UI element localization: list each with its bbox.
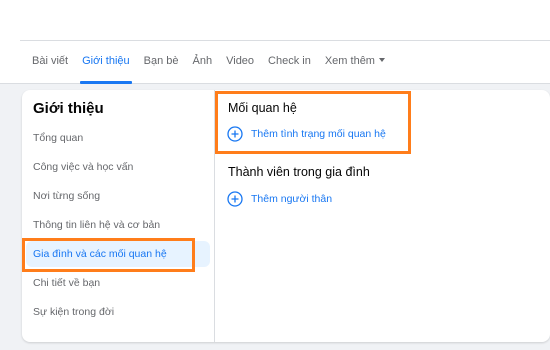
sidebar-item-places-lived[interactable]: Nơi từng sống <box>26 183 210 209</box>
add-relationship-status-label: Thêm tình trạng mối quan hệ <box>251 128 386 140</box>
plus-circle-icon <box>227 191 243 207</box>
add-family-member-label: Thêm người thân <box>251 193 333 205</box>
family-members-heading: Thành viên trong gia đình <box>228 165 370 179</box>
add-family-member-link[interactable]: Thêm người thân <box>227 191 332 207</box>
sidebar-item-overview[interactable]: Tổng quan <box>26 125 210 151</box>
about-sidebar: Giới thiệu Tổng quan Công việc và học vấ… <box>22 90 215 342</box>
chevron-down-icon <box>378 58 385 63</box>
plus-circle-icon <box>227 126 243 142</box>
tab-more-label: Xem thêm <box>324 55 375 67</box>
about-card: Giới thiệu Tổng quan Công việc và học vấ… <box>22 90 550 342</box>
relationship-heading: Mối quan hệ <box>228 101 297 115</box>
sidebar-item-details-about-you[interactable]: Chi tiết về bạn <box>26 270 210 296</box>
tab-photos[interactable]: Ảnh <box>187 41 219 83</box>
sidebar-item-life-events[interactable]: Sự kiện trong đời <box>26 299 210 325</box>
tab-posts[interactable]: Bài viết <box>26 41 74 83</box>
tab-friends[interactable]: Bạn bè <box>138 41 185 83</box>
tab-videos[interactable]: Video <box>220 41 260 83</box>
add-relationship-status-link[interactable]: Thêm tình trạng mối quan hệ <box>227 126 386 142</box>
about-title: Giới thiệu <box>33 100 104 117</box>
profile-header: Bài viết Giới thiệu Bạn bè Ảnh Video Che… <box>0 0 550 84</box>
tab-more[interactable]: Xem thêm <box>319 41 391 83</box>
profile-tabs: Bài viết Giới thiệu Bạn bè Ảnh Video Che… <box>20 40 550 84</box>
tab-checkins[interactable]: Check in <box>262 41 317 83</box>
sidebar-item-family-relationships[interactable]: Gia đình và các mối quan hệ <box>26 241 210 267</box>
sidebar-item-work-education[interactable]: Công việc và học vấn <box>26 154 210 180</box>
tab-about[interactable]: Giới thiệu <box>76 41 136 84</box>
sidebar-item-contact-basic-info[interactable]: Thông tin liên hệ và cơ bản <box>26 212 210 238</box>
